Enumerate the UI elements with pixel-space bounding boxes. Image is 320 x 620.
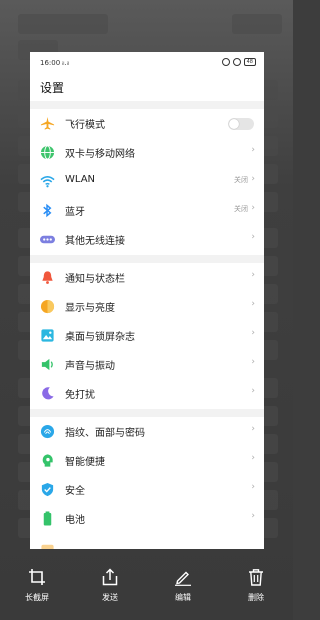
- toolbar-label: 长截屏: [25, 593, 49, 602]
- setting-security[interactable]: 安全 ›: [30, 475, 264, 504]
- setting-label: 显示与亮度: [65, 303, 115, 314]
- setting-label: 电池: [65, 515, 85, 526]
- setting-airplane-mode[interactable]: 飞行模式: [30, 109, 264, 138]
- section-divider: [30, 255, 264, 263]
- toolbar-label: 删除: [248, 593, 264, 602]
- wifi-icon: [40, 176, 55, 188]
- language-icon: [41, 544, 54, 549]
- status-bar: 16:00 ᵢₗ.ᵢₗ 48: [30, 52, 264, 74]
- delete-button[interactable]: 删除: [231, 568, 281, 603]
- page-title: 设置: [40, 81, 65, 95]
- setting-label: 桌面与锁屏杂志: [65, 332, 135, 343]
- trash-icon: [249, 569, 263, 586]
- share-icon: [102, 568, 118, 586]
- setting-desktop-lockscreen[interactable]: 桌面与锁屏杂志 ›: [30, 321, 264, 350]
- airplane-icon: [40, 116, 55, 130]
- edit-icon: [175, 571, 191, 586]
- section-divider: [30, 101, 264, 109]
- moon-icon: [42, 387, 54, 400]
- setting-sound[interactable]: 声音与振动 ›: [30, 350, 264, 379]
- setting-dual-sim[interactable]: 双卡与移动网络 ›: [30, 138, 264, 167]
- toolbar-label: 发送: [102, 593, 118, 602]
- setting-battery[interactable]: 电池 ›: [30, 504, 264, 533]
- screenshot-preview[interactable]: 16:00 ᵢₗ.ᵢₗ 48 设置 飞行模式 双卡与移动网络 › WLAN 关闭…: [30, 52, 264, 549]
- assistant-icon: [42, 454, 53, 467]
- setting-label: 飞行模式: [65, 120, 105, 131]
- toolbar-label: 编辑: [175, 593, 191, 602]
- chevron-right-icon: ›: [251, 232, 255, 242]
- chevron-right-icon: ›: [251, 386, 255, 396]
- chevron-right-icon: ›: [251, 511, 255, 521]
- speaker-icon: [41, 358, 53, 371]
- bell-icon: [42, 271, 53, 284]
- setting-bluetooth[interactable]: 蓝牙 关闭 ›: [30, 196, 264, 225]
- setting-label: 声音与振动: [65, 361, 115, 372]
- setting-fingerprint[interactable]: 指纹、面部与密码 ›: [30, 417, 264, 446]
- setting-label: 安全: [65, 486, 85, 497]
- setting-label: 双卡与移动网络: [65, 149, 135, 160]
- setting-smart-assist[interactable]: 智能便捷 ›: [30, 446, 264, 475]
- setting-display[interactable]: 显示与亮度 ›: [30, 292, 264, 321]
- chevron-right-icon: ›: [251, 424, 255, 434]
- chevron-right-icon: ›: [251, 482, 255, 492]
- status-time: 16:00: [40, 59, 61, 67]
- setting-label: 指纹、面部与密码: [65, 428, 145, 439]
- battery-icon: [43, 511, 52, 526]
- screenshot-toolbar: 长截屏 发送 编辑 删除: [0, 560, 293, 620]
- setting-value: 关闭: [234, 205, 248, 213]
- brightness-icon: [40, 299, 55, 314]
- setting-label: 智能便捷: [65, 457, 105, 468]
- setting-label: 通知与状态栏: [65, 274, 125, 285]
- setting-other-wireless[interactable]: 其他无线连接 ›: [30, 225, 264, 254]
- airplane-mode-toggle[interactable]: [228, 118, 254, 130]
- crop-icon: [29, 569, 45, 585]
- chevron-right-icon: ›: [251, 299, 255, 309]
- globe-icon: [40, 145, 55, 160]
- chevron-right-icon: ›: [251, 174, 255, 184]
- setting-partial-row: [30, 533, 264, 549]
- more-dots-icon: [40, 235, 55, 244]
- chevron-right-icon: ›: [251, 270, 255, 280]
- chevron-right-icon: ›: [251, 145, 255, 155]
- chevron-right-icon: ›: [251, 357, 255, 367]
- setting-value: 关闭: [234, 176, 248, 184]
- send-button[interactable]: 发送: [85, 568, 135, 603]
- setting-wlan[interactable]: WLAN 关闭 ›: [30, 167, 264, 196]
- setting-label: 免打扰: [65, 390, 95, 401]
- setting-label: 蓝牙: [65, 207, 85, 218]
- edit-button[interactable]: 编辑: [158, 568, 208, 603]
- setting-label: WLAN: [65, 174, 96, 185]
- alarm-icon: [221, 58, 230, 66]
- chevron-right-icon: ›: [251, 203, 255, 213]
- signal-indicator: ᵢₗ.ᵢₗ: [62, 59, 70, 67]
- long-screenshot-button[interactable]: 长截屏: [12, 568, 62, 603]
- chevron-right-icon: ›: [251, 328, 255, 338]
- location-icon: [232, 58, 241, 66]
- battery-level: 48: [243, 58, 256, 66]
- wallpaper-icon: [41, 329, 54, 342]
- shield-icon: [41, 482, 54, 497]
- bluetooth-icon: [43, 203, 52, 218]
- setting-notifications[interactable]: 通知与状态栏 ›: [30, 263, 264, 292]
- fingerprint-icon: [40, 424, 55, 439]
- section-divider: [30, 409, 264, 417]
- chevron-right-icon: ›: [251, 453, 255, 463]
- setting-label: 其他无线连接: [65, 236, 125, 247]
- setting-do-not-disturb[interactable]: 免打扰 ›: [30, 379, 264, 408]
